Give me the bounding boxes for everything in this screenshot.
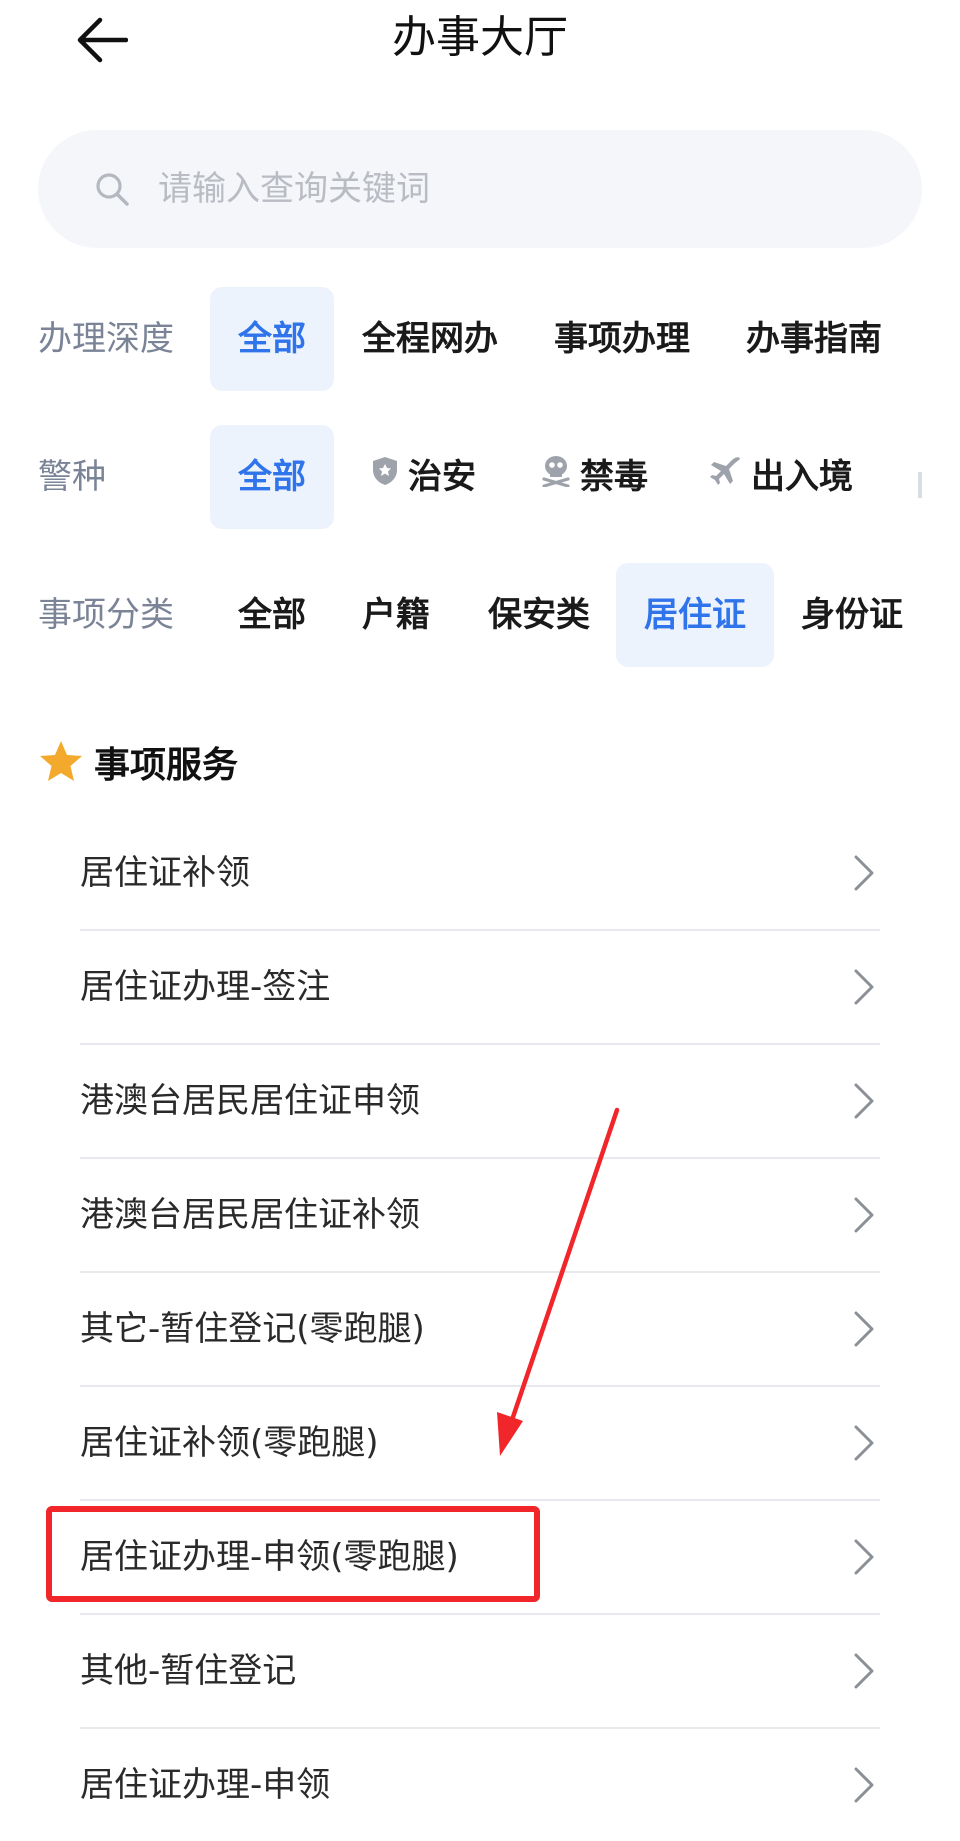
chip-depth-item-handling[interactable]: 事项办理 (542, 287, 702, 391)
chevron-right-icon (854, 969, 874, 1005)
service-list: 居住证补领 居住证办理-签注 港澳台居民居住证申领 港澳台居民居住证补领 其它-… (80, 817, 880, 1841)
chip-depth-all[interactable]: 全部 (210, 287, 334, 391)
chevron-right-icon (854, 1197, 874, 1233)
service-item-permit-reissue-zero-trip[interactable]: 居住证补领(零跑腿) (80, 1387, 880, 1501)
chip-police-all-label: 全部 (238, 457, 306, 497)
chevron-right-icon (854, 1425, 874, 1461)
chip-police-immigration[interactable]: 出入境 (704, 425, 858, 529)
chevron-right-icon (854, 1083, 874, 1119)
filter-row-police-type: 警种 全部 治安 禁毒 出入境 (0, 425, 960, 529)
chip-depth-guide[interactable]: 办事指南 (734, 287, 894, 391)
service-item-label: 其它-暂住登记(零跑腿) (80, 1309, 425, 1349)
chip-police-public-security[interactable]: 治安 (364, 425, 482, 529)
chip-police-public-security-label: 治安 (408, 457, 476, 497)
service-item-temp-residence-zero-trip[interactable]: 其它-暂住登记(零跑腿) (80, 1273, 880, 1387)
chevron-right-icon (854, 1767, 874, 1803)
chip-category-all[interactable]: 全部 (210, 563, 334, 667)
service-item-temp-residence[interactable]: 其他-暂住登记 (80, 1615, 880, 1729)
chip-category-id-card[interactable]: 身份证 (790, 563, 914, 667)
service-item-permit-apply[interactable]: 居住证办理-申领 (80, 1729, 880, 1841)
chip-police-all[interactable]: 全部 (210, 425, 334, 529)
service-item-label: 居住证办理-签注 (80, 967, 331, 1007)
section-header: 事项服务 (38, 734, 238, 790)
scroll-indicator (918, 472, 922, 498)
service-item-label: 居住证办理-申领(零跑腿) (80, 1537, 459, 1577)
chip-police-anti-drug[interactable]: 禁毒 (534, 425, 654, 529)
chevron-right-icon (854, 855, 874, 891)
search-icon (92, 169, 132, 209)
service-item-label: 港澳台居民居住证申领 (80, 1081, 420, 1121)
chip-category-security-guard[interactable]: 保安类 (474, 563, 604, 667)
star-icon (40, 741, 82, 781)
chip-depth-full-online[interactable]: 全程网办 (350, 287, 510, 391)
chevron-right-icon (854, 1311, 874, 1347)
service-item-label: 居住证办理-申领 (80, 1765, 331, 1805)
filter-label-police-type: 警种 (38, 457, 106, 497)
shield-icon (370, 424, 400, 528)
service-item-label: 其他-暂住登记 (80, 1651, 297, 1691)
service-item-label: 居住证补领(零跑腿) (80, 1423, 379, 1463)
page-title: 办事大厅 (392, 12, 568, 63)
chevron-right-icon (854, 1539, 874, 1575)
chip-category-residence-permit[interactable]: 居住证 (616, 563, 774, 667)
service-item-label: 居住证补领 (80, 853, 250, 893)
header-bar: 办事大厅 (0, 0, 960, 80)
airplane-icon (709, 424, 743, 528)
filter-row-category: 事项分类 全部 户籍 保安类 居住证 身份证 (0, 563, 960, 667)
search-input[interactable] (156, 168, 780, 210)
chip-police-anti-drug-label: 禁毒 (580, 457, 648, 497)
filter-row-depth: 办理深度 全部 全程网办 事项办理 办事指南 (0, 287, 960, 391)
skull-icon (540, 424, 572, 528)
chip-police-immigration-label: 出入境 (751, 457, 853, 497)
chevron-right-icon (854, 1653, 874, 1689)
service-item-residence-permit-reissue[interactable]: 居住证补领 (80, 817, 880, 931)
service-item-label: 港澳台居民居住证补领 (80, 1195, 420, 1235)
service-item-hkmt-permit-apply[interactable]: 港澳台居民居住证申领 (80, 1045, 880, 1159)
chip-category-household[interactable]: 户籍 (350, 563, 442, 667)
filter-label-depth: 办理深度 (38, 319, 174, 359)
service-item-permit-apply-zero-trip[interactable]: 居住证办理-申领(零跑腿) (80, 1501, 880, 1615)
filter-label-category: 事项分类 (38, 595, 174, 635)
service-item-residence-permit-endorsement[interactable]: 居住证办理-签注 (80, 931, 880, 1045)
service-item-hkmt-permit-reissue[interactable]: 港澳台居民居住证补领 (80, 1159, 880, 1273)
section-title: 事项服务 (94, 745, 239, 786)
search-bar[interactable] (38, 130, 922, 248)
